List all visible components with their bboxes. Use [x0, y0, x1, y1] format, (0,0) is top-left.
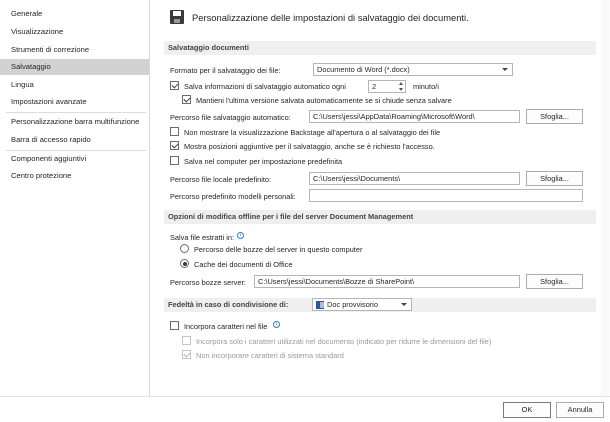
- radio-server-drafts[interactable]: [180, 244, 189, 253]
- fidelity-document-select[interactable]: Doc provvisorio: [312, 298, 412, 311]
- section-salvataggio-documenti: Salvataggio documenti: [164, 41, 596, 55]
- sidebar-item-strumenti-correzione[interactable]: Strumenti di correzione: [0, 42, 149, 58]
- format-label: Formato per il salvataggio dei file:: [170, 66, 281, 75]
- options-main-panel: Personalizzazione delle impostazioni di …: [150, 0, 610, 396]
- spin-up-icon[interactable]: [399, 82, 403, 85]
- server-drafts-path-input[interactable]: C:\Users\jessi\Documents\Bozze di ShareP…: [254, 275, 520, 288]
- page-title: Personalizzazione delle impostazioni di …: [192, 12, 469, 23]
- show-locations-label: Mostra posizioni aggiuntive per il salva…: [184, 142, 435, 151]
- fidelity-document-value: Doc provvisorio: [327, 300, 378, 309]
- save-icon: [170, 10, 184, 24]
- autosave-label: Salva informazioni di salvataggio automa…: [184, 82, 346, 91]
- sidebar-divider: [6, 112, 146, 113]
- chevron-down-icon: [502, 68, 508, 71]
- local-path-label: Percorso file locale predefinito:: [170, 175, 272, 184]
- embed-used-chars-checkbox[interactable]: [182, 336, 191, 345]
- autorecover-path-label: Percorso file salvataggio automatico:: [170, 113, 291, 122]
- show-locations-checkbox[interactable]: [170, 141, 179, 150]
- word-document-icon: [316, 301, 324, 309]
- no-system-fonts-label: Non incorporare caratteri di sistema sta…: [196, 351, 344, 360]
- browse-server-drafts-button[interactable]: Sfoglia...: [526, 274, 583, 289]
- options-sidebar: Generale Visualizzazione Strumenti di co…: [0, 0, 150, 396]
- sidebar-item-lingua[interactable]: Lingua: [0, 77, 149, 93]
- embed-fonts-checkbox[interactable]: [170, 321, 179, 330]
- sidebar-item-salvataggio[interactable]: Salvataggio: [0, 59, 149, 75]
- save-computer-checkbox[interactable]: [170, 156, 179, 165]
- save-computer-label: Salva nel computer per impostazione pred…: [184, 157, 343, 166]
- section-modifica-offline: Opzioni di modifica offline per i file d…: [164, 210, 596, 224]
- radio-office-cache-label: Cache dei documenti di Office: [194, 260, 293, 269]
- spin-down-icon[interactable]: [399, 88, 403, 91]
- cancel-button[interactable]: Annulla: [556, 402, 604, 418]
- radio-server-drafts-label: Percorso delle bozze del server in quest…: [194, 245, 363, 254]
- format-select[interactable]: Documento di Word (*.docx): [313, 63, 513, 76]
- chevron-down-icon: [401, 303, 407, 306]
- sidebar-item-barra-accesso-rapido[interactable]: Barra di accesso rapido: [0, 132, 149, 148]
- autosave-spinner[interactable]: [396, 80, 406, 93]
- templates-path-label: Percorso predefinito modelli personali:: [170, 192, 296, 201]
- ok-button[interactable]: OK: [503, 402, 551, 418]
- radio-office-cache[interactable]: [180, 259, 189, 268]
- embed-used-chars-label: Incorpora solo i caratteri utilizzati ne…: [196, 337, 492, 346]
- browse-autorecover-button[interactable]: Sfoglia...: [526, 109, 583, 124]
- dialog-footer: OK Annulla: [0, 396, 610, 422]
- server-drafts-path-label: Percorso bozze server:: [170, 278, 246, 287]
- backstage-label: Non mostrare la visualizzazione Backstag…: [184, 128, 441, 137]
- sidebar-item-componenti-aggiuntivi[interactable]: Componenti aggiuntivi: [0, 151, 149, 167]
- embed-fonts-label: Incorpora caratteri nel file: [184, 322, 268, 331]
- keep-last-version-checkbox[interactable]: [182, 95, 191, 104]
- save-checked-out-label: Salva file estratti in:: [170, 233, 235, 242]
- sidebar-item-visualizzazione[interactable]: Visualizzazione: [0, 24, 149, 40]
- format-select-value: Documento di Word (*.docx): [317, 65, 410, 74]
- vertical-scrollbar[interactable]: [601, 0, 609, 396]
- autosave-unit-label: minuto/i: [413, 82, 439, 91]
- info-icon: i: [237, 232, 244, 239]
- autorecover-path-input[interactable]: C:\Users\jessi\AppData\Roaming\Microsoft…: [309, 110, 520, 123]
- sidebar-item-barra-multifunzione[interactable]: Personalizzazione barra multifunzione: [0, 114, 149, 130]
- sidebar-item-generale[interactable]: Generale: [0, 6, 149, 22]
- sidebar-item-impostazioni-avanzate[interactable]: Impostazioni avanzate: [0, 94, 149, 110]
- local-path-input[interactable]: C:\Users\jessi\Documents\: [309, 172, 520, 185]
- no-system-fonts-checkbox[interactable]: [182, 350, 191, 359]
- backstage-checkbox[interactable]: [170, 127, 179, 136]
- templates-path-input[interactable]: [309, 189, 583, 202]
- autosave-checkbox[interactable]: [170, 81, 179, 90]
- info-icon: i: [273, 321, 280, 328]
- sidebar-item-centro-protezione[interactable]: Centro protezione: [0, 168, 149, 184]
- browse-local-path-button[interactable]: Sfoglia...: [526, 171, 583, 186]
- keep-last-version-label: Mantieni l'ultima versione salvata autom…: [196, 96, 452, 105]
